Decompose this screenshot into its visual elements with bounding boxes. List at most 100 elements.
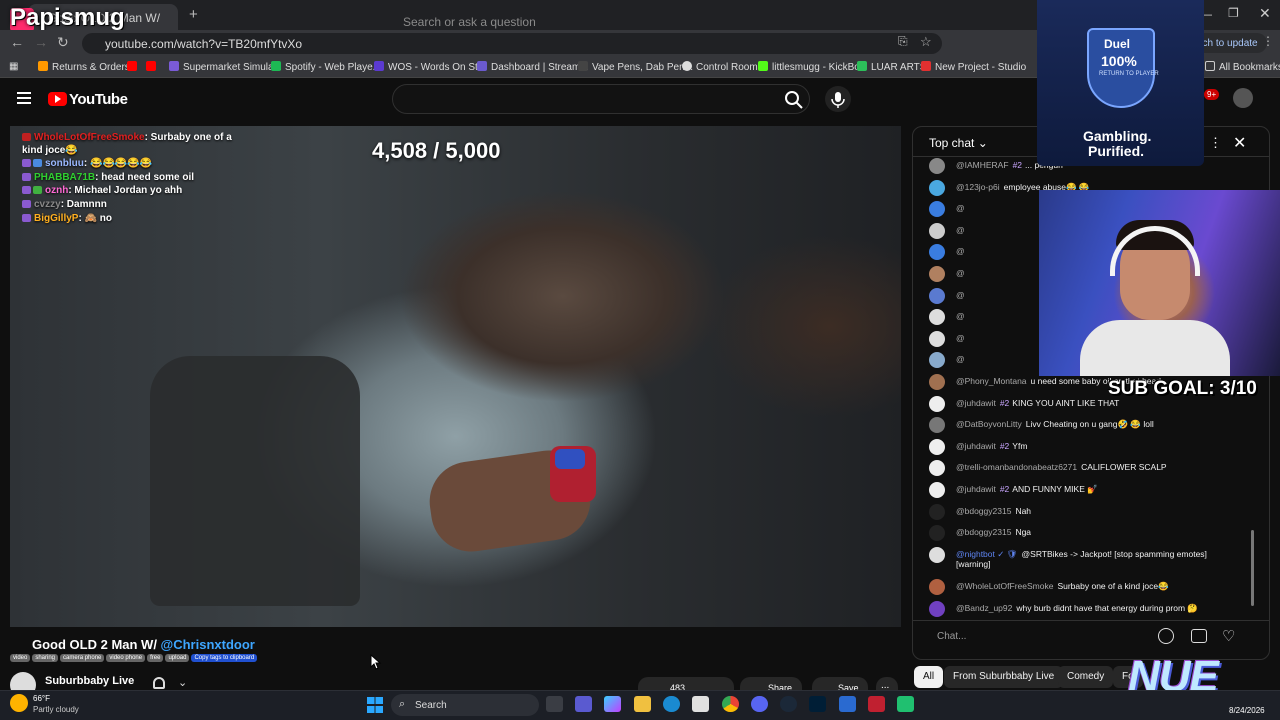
chat-scrollbar[interactable]	[1251, 530, 1254, 606]
window-maximize-icon[interactable]: ❐	[1228, 6, 1239, 20]
chat-avatar[interactable]	[929, 482, 945, 498]
bookmark-item[interactable]: Spotify - Web Playe...	[271, 61, 381, 73]
youtube-logo-icon[interactable]	[48, 92, 67, 106]
windows-start-icon[interactable]	[367, 697, 383, 713]
teams-icon[interactable]	[575, 696, 592, 712]
copilot-icon[interactable]	[604, 696, 621, 712]
search-input[interactable]	[392, 84, 810, 114]
microphone-icon[interactable]	[825, 86, 851, 112]
bookmark-item[interactable]: Returns & Orders	[38, 61, 130, 73]
bookmark-item[interactable]: Dashboard | Stream...	[477, 61, 589, 73]
bookmark-star-icon[interactable]: ☆	[920, 34, 932, 50]
super-chat-icon[interactable]	[1191, 629, 1207, 643]
photoshop-icon[interactable]	[809, 696, 826, 712]
weather-icon[interactable]	[10, 694, 28, 712]
bookmark-item[interactable]: LUAR ARTS	[857, 61, 926, 73]
chrome-icon[interactable]	[722, 696, 739, 712]
video-tag[interactable]: sharing	[32, 654, 59, 662]
chat-avatar[interactable]	[929, 179, 945, 196]
bell-icon[interactable]	[153, 677, 165, 689]
app-icon[interactable]	[897, 696, 914, 712]
chat-mode-dropdown[interactable]: Top chat ⌄	[929, 136, 988, 150]
account-avatar[interactable]	[1233, 88, 1253, 108]
back-arrow-icon[interactable]: ←	[10, 34, 24, 50]
chat-avatar[interactable]	[929, 266, 945, 282]
reload-icon[interactable]: ↻	[57, 34, 69, 51]
file-explorer-icon[interactable]	[634, 696, 651, 712]
title-mention-link[interactable]: @Chrisnxtdoor	[161, 637, 255, 652]
chat-author[interactable]: @	[956, 333, 965, 343]
notification-badge[interactable]: 9+	[1204, 89, 1220, 100]
video-tag[interactable]: video phone	[106, 654, 146, 662]
video-tag[interactable]: camera phone	[60, 654, 105, 662]
chat-author[interactable]: @Bandz_up92	[956, 603, 1012, 613]
bookmark-item[interactable]: Supermarket Simula...	[169, 61, 282, 73]
chat-avatar[interactable]	[929, 374, 945, 390]
cast-icon[interactable]: ⎘	[898, 34, 908, 49]
all-bookmarks-link[interactable]: All Bookmarks	[1205, 61, 1280, 73]
chat-avatar[interactable]	[929, 395, 945, 412]
store-icon[interactable]	[692, 696, 709, 712]
edge-icon[interactable]	[663, 696, 680, 712]
chat-author[interactable]: @bdoggy2315	[956, 506, 1011, 516]
chat-avatar[interactable]	[929, 438, 945, 455]
chat-author[interactable]: @DatBoyvonLitty	[956, 419, 1022, 429]
video-tag[interactable]: video	[10, 654, 31, 662]
chat-author[interactable]: @	[956, 354, 965, 364]
adobe-icon[interactable]	[868, 696, 885, 712]
menu-icon[interactable]	[17, 92, 31, 104]
new-tab-icon[interactable]: +	[189, 6, 198, 23]
close-icon[interactable]: ✕	[1233, 133, 1246, 153]
chat-author[interactable]: @Phony_Montana	[956, 376, 1027, 386]
video-player[interactable]	[10, 126, 901, 627]
taskbar-search[interactable]	[391, 694, 539, 716]
bookmark-item[interactable]: New Project - Studio	[921, 61, 1026, 73]
youtube-logo-text[interactable]: YouTube	[69, 91, 128, 108]
bookmark-item[interactable]: littlesmugg - KickBot	[758, 61, 863, 73]
chat-avatar[interactable]	[929, 222, 945, 239]
heart-icon[interactable]: ♡	[1222, 627, 1235, 645]
browser-menu-icon[interactable]: ⋮	[1262, 34, 1274, 48]
chat-author[interactable]: @bdoggy2315	[956, 527, 1011, 537]
chat-avatar[interactable]	[929, 287, 945, 304]
chat-avatar[interactable]	[929, 158, 945, 174]
bookmark-item[interactable]: Vape Pens, Dab Pen...	[578, 61, 693, 73]
chat-author[interactable]: @	[956, 246, 965, 256]
chat-author[interactable]: @IAMHERAF	[956, 160, 1009, 170]
chat-author[interactable]: @	[956, 311, 965, 321]
filter-chip-all[interactable]: All	[914, 666, 944, 688]
chat-author[interactable]: @WholeLotOfFreeSmoke	[956, 581, 1053, 591]
chat-avatar[interactable]	[929, 600, 945, 617]
notepad-icon[interactable]	[839, 696, 856, 712]
window-close-icon[interactable]: ✕	[1259, 5, 1271, 22]
copy-tags-button[interactable]: Copy tags to clipboard	[191, 654, 258, 662]
chat-avatar[interactable]	[929, 330, 945, 347]
chat-author[interactable]: @juhdawit	[956, 484, 996, 494]
chat-author[interactable]: @trelli-omanbandonabeatz6271	[956, 462, 1077, 472]
video-tag[interactable]: free	[147, 654, 164, 662]
steam-icon[interactable]	[780, 696, 797, 712]
apps-grid-icon[interactable]: ▦	[9, 61, 18, 72]
chat-author[interactable]: @123jo-p6i	[956, 182, 1000, 192]
chat-author[interactable]: @	[956, 268, 965, 278]
chat-avatar[interactable]	[929, 579, 945, 595]
bookmark-item[interactable]: Control Room	[682, 61, 758, 73]
chat-author[interactable]: @	[956, 203, 965, 213]
chat-author[interactable]: @juhdawit	[956, 441, 996, 451]
chat-menu-icon[interactable]: ⋮	[1209, 135, 1222, 151]
bookmark-item[interactable]: WOS - Words On St...	[374, 61, 486, 73]
filter-chip-comedy[interactable]: Comedy	[1058, 666, 1114, 688]
search-icon[interactable]	[784, 90, 804, 110]
channel-name[interactable]: Suburbbaby Live	[45, 675, 134, 687]
discord-icon[interactable]	[751, 696, 768, 712]
chat-avatar[interactable]	[929, 503, 945, 520]
bookmark-youtube-icon[interactable]	[127, 61, 141, 73]
chat-author[interactable]: @juhdawit	[956, 398, 996, 408]
chat-author[interactable]: @	[956, 290, 965, 300]
chat-avatar[interactable]	[929, 546, 945, 563]
task-view-icon[interactable]	[546, 696, 563, 712]
bookmark-youtube-icon-2[interactable]	[146, 61, 160, 73]
video-tag[interactable]: upload	[165, 654, 190, 662]
chevron-down-icon[interactable]: ⌄	[178, 676, 187, 689]
chat-author[interactable]: @	[956, 225, 965, 235]
